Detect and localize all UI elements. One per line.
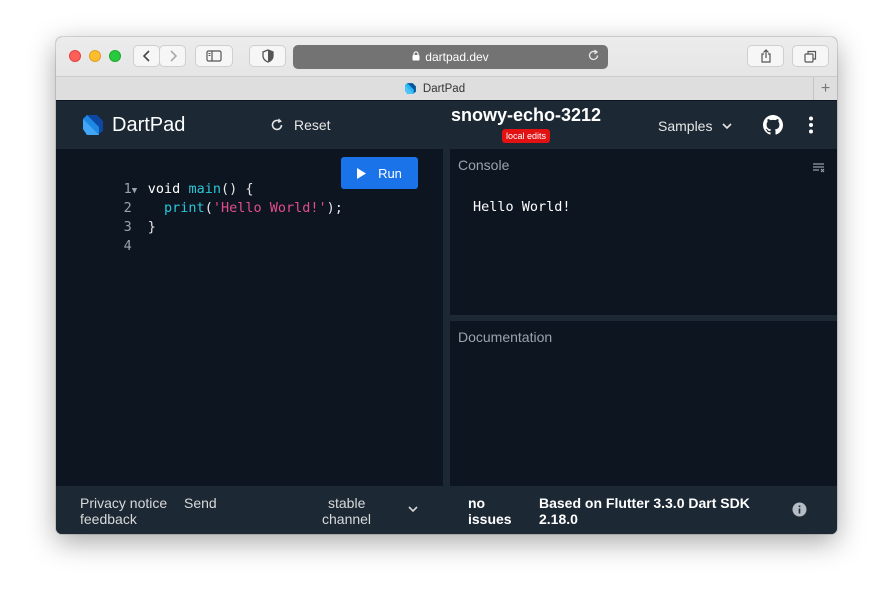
code-token: ( — [204, 200, 213, 216]
lock-icon — [412, 50, 420, 64]
console-panel: Console Hello World! — [450, 149, 837, 315]
tabs-overview-button[interactable] — [792, 45, 829, 67]
send-feedback-link-line2[interactable]: feedback — [80, 511, 137, 527]
tab-title: DartPad — [422, 82, 466, 95]
sidebar-toggle-button[interactable] — [195, 45, 233, 67]
code-line-4: 4 — [56, 218, 132, 254]
chevron-down-icon — [722, 123, 733, 129]
reset-button[interactable]: Reset — [270, 117, 331, 133]
more-vert-icon[interactable] — [808, 116, 814, 139]
run-button[interactable]: Run — [341, 157, 418, 189]
line-number: 4 — [123, 238, 132, 254]
tab-bar: DartPad + — [56, 76, 837, 100]
code-line-2: 2 print('Hello World!'); — [56, 180, 343, 216]
local-edits-badge: local edits — [501, 129, 551, 143]
share-icon — [760, 49, 771, 63]
tab-dartpad[interactable]: DartPad — [56, 77, 814, 100]
console-title: Console — [458, 157, 510, 173]
reset-icon — [271, 118, 283, 131]
samples-label: Samples — [658, 118, 713, 134]
samples-dropdown[interactable]: Samples — [658, 118, 733, 134]
documentation-panel: Documentation — [450, 321, 837, 486]
code-line-1: 1▼ void main() { — [56, 161, 254, 197]
reset-label: Reset — [294, 117, 331, 133]
channel-label-line1: stable — [328, 495, 366, 511]
code-token: ); — [326, 200, 343, 216]
version-info-line2: 2.18.0 — [539, 511, 578, 527]
minimize-window-button[interactable] — [89, 50, 101, 62]
dart-logo-icon — [81, 113, 105, 142]
version-info-line1: Based on Flutter 3.3.0 Dart SDK — [539, 495, 750, 511]
privacy-shield-button[interactable] — [249, 45, 286, 67]
documentation-title: Documentation — [458, 329, 553, 345]
footer: Privacy notice Send feedback stable chan… — [56, 486, 837, 534]
browser-window: dartpad.dev DartPad + DartPad Reset snow… — [56, 37, 837, 534]
tabs-icon — [804, 50, 817, 63]
app-header: DartPad Reset snowy-echo-3212 local edit… — [56, 101, 837, 149]
close-window-button[interactable] — [69, 50, 81, 62]
forward-icon — [169, 50, 177, 62]
address-bar[interactable]: dartpad.dev — [293, 45, 608, 69]
forward-button[interactable] — [159, 45, 186, 67]
play-icon — [357, 167, 367, 179]
browser-toolbar: dartpad.dev DartPad + — [56, 37, 837, 100]
project-name[interactable]: snowy-echo-3212 — [436, 105, 616, 126]
reload-icon[interactable] — [587, 49, 600, 65]
issues-status-line2[interactable]: issues — [468, 511, 512, 527]
info-icon[interactable] — [792, 502, 807, 520]
dart-favicon-icon — [404, 83, 416, 94]
send-feedback-link-line1[interactable]: Send — [184, 495, 217, 511]
code-token: print — [164, 200, 205, 216]
address-text: dartpad.dev — [425, 50, 489, 64]
code-token: 'Hello World!' — [212, 200, 327, 216]
issues-status-line1[interactable]: no — [468, 495, 485, 511]
back-button[interactable] — [133, 45, 160, 67]
sidebar-icon — [206, 50, 222, 62]
code-token: } — [147, 219, 156, 235]
back-icon — [142, 50, 150, 62]
project-info: snowy-echo-3212 local edits — [436, 105, 616, 144]
run-label: Run — [378, 165, 402, 181]
new-tab-button[interactable]: + — [814, 77, 837, 100]
privacy-notice-link[interactable]: Privacy notice — [80, 495, 167, 511]
code-line-3: 3} — [56, 199, 156, 235]
shield-icon — [261, 49, 274, 63]
vertical-splitter[interactable] — [443, 149, 450, 486]
console-output: Hello World! — [473, 199, 571, 215]
channel-label-line2: channel — [322, 511, 372, 527]
zoom-window-button[interactable] — [109, 50, 121, 62]
clear-console-icon[interactable] — [813, 160, 825, 178]
code-editor[interactable]: 1▼ void main() { 2 print('Hello World!');… — [56, 149, 443, 486]
app-brand: DartPad — [112, 114, 186, 136]
share-button[interactable] — [747, 45, 784, 67]
github-icon[interactable] — [763, 115, 783, 140]
chevron-down-icon — [408, 506, 418, 512]
